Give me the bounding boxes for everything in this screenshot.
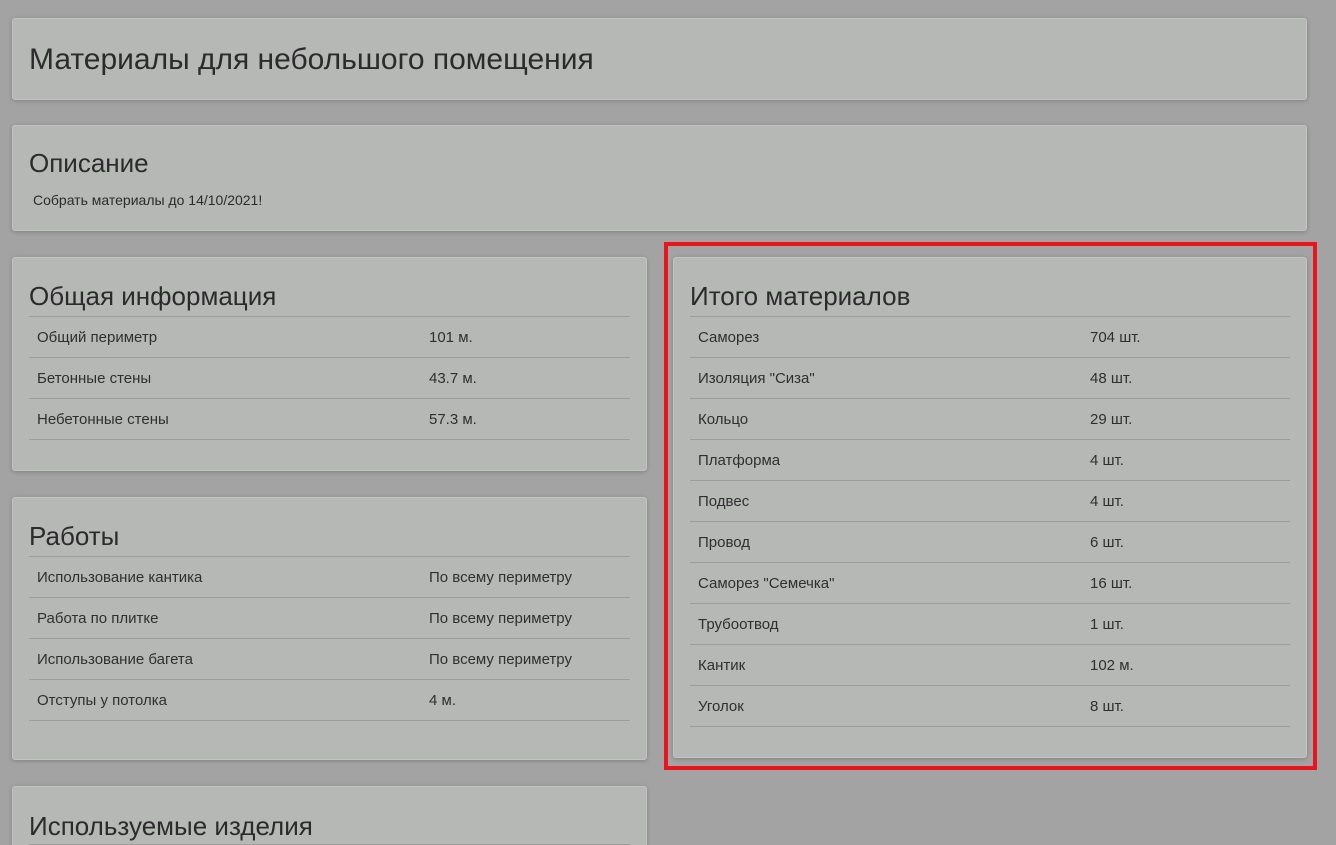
row-key: Небетонные стены bbox=[37, 410, 169, 428]
row-value: 101 м. bbox=[429, 328, 473, 346]
row-key: Отступы у потолка bbox=[37, 691, 167, 709]
table-row: Трубоотвод 1 шт. bbox=[690, 604, 1290, 645]
row-key: Использование багета bbox=[37, 650, 193, 668]
works-heading: Работы bbox=[29, 521, 120, 551]
page-title: Материалы для небольшого помещения bbox=[29, 43, 594, 76]
row-key: Общий периметр bbox=[37, 328, 158, 346]
table-row: Подвес 4 шт. bbox=[690, 481, 1290, 522]
row-key: Кантик bbox=[698, 656, 746, 674]
row-key: Саморез "Семечка" bbox=[698, 574, 835, 592]
general-info-table: Общий периметр 101 м. Бетонные стены 43.… bbox=[29, 316, 630, 440]
row-key: Уголок bbox=[698, 697, 744, 715]
row-value: По всему периметру bbox=[429, 650, 572, 668]
row-value: 102 м. bbox=[1090, 656, 1134, 674]
table-row: Небетонные стены 57.3 м. bbox=[29, 399, 630, 440]
table-row: Изоляция "Сиза" 48 шт. bbox=[690, 358, 1290, 399]
row-key: Саморез bbox=[698, 328, 760, 346]
table-row: Работа по плитке По всему периметру bbox=[29, 598, 630, 639]
table-row: Провод 6 шт. bbox=[690, 522, 1290, 563]
materials-total-heading: Итого материалов bbox=[690, 281, 911, 311]
row-value: 1 шт. bbox=[1090, 615, 1124, 633]
table-row: Саморез 704 шт. bbox=[690, 317, 1290, 358]
general-info-heading: Общая информация bbox=[29, 281, 277, 311]
row-value: 43.7 м. bbox=[429, 369, 477, 387]
row-value: 29 шт. bbox=[1090, 410, 1133, 428]
table-row: Кольцо 29 шт. bbox=[690, 399, 1290, 440]
row-key: Бетонные стены bbox=[37, 369, 152, 387]
row-value: 4 м. bbox=[429, 691, 456, 709]
page-title-card: Материалы для небольшого помещения bbox=[12, 18, 1307, 100]
row-value: 57.3 м. bbox=[429, 410, 477, 428]
table-row: Бетонные стены 43.7 м. bbox=[29, 358, 630, 399]
table-row: Использование багета По всему периметру bbox=[29, 639, 630, 680]
row-value: 8 шт. bbox=[1090, 697, 1124, 715]
row-key: Подвес bbox=[698, 492, 750, 510]
row-key: Работа по плитке bbox=[37, 609, 159, 627]
row-value: 4 шт. bbox=[1090, 492, 1124, 510]
row-value: 16 шт. bbox=[1090, 574, 1133, 592]
table-row: Кантик 102 м. bbox=[690, 645, 1290, 686]
row-value: 4 шт. bbox=[1090, 451, 1124, 469]
description-card: Описание Собрать материалы до 14/10/2021… bbox=[12, 125, 1307, 231]
products-card: Используемые изделия bbox=[12, 786, 647, 845]
row-value: 704 шт. bbox=[1090, 328, 1141, 346]
table-row: Использование кантика По всему периметру bbox=[29, 557, 630, 598]
row-key: Изоляция "Сиза" bbox=[698, 369, 815, 387]
table-row: Саморез "Семечка" 16 шт. bbox=[690, 563, 1290, 604]
row-key: Использование кантика bbox=[37, 568, 203, 586]
row-key: Провод bbox=[698, 533, 751, 551]
row-value: По всему периметру bbox=[429, 568, 572, 586]
works-card: Работы Использование кантика По всему пе… bbox=[12, 497, 647, 760]
table-row: Общий периметр 101 м. bbox=[29, 317, 630, 358]
table-row: Уголок 8 шт. bbox=[690, 686, 1290, 727]
row-key: Кольцо bbox=[698, 410, 749, 428]
general-info-card: Общая информация Общий периметр 101 м. Б… bbox=[12, 257, 647, 471]
table-row: Платформа 4 шт. bbox=[690, 440, 1290, 481]
materials-total-card: Итого материалов Саморез 704 шт. Изоляци… bbox=[673, 257, 1307, 758]
row-key: Трубоотвод bbox=[698, 615, 779, 633]
row-value: По всему периметру bbox=[429, 609, 572, 627]
row-value: 48 шт. bbox=[1090, 369, 1133, 387]
products-heading: Используемые изделия bbox=[29, 811, 313, 841]
works-table: Использование кантика По всему периметру… bbox=[29, 556, 630, 721]
row-value: 6 шт. bbox=[1090, 533, 1124, 551]
description-text: Собрать материалы до 14/10/2021! bbox=[33, 192, 263, 208]
row-key: Платформа bbox=[698, 451, 781, 469]
table-row: Отступы у потолка 4 м. bbox=[29, 680, 630, 721]
description-heading: Описание bbox=[29, 148, 149, 178]
materials-total-table: Саморез 704 шт. Изоляция "Сиза" 48 шт. К… bbox=[690, 316, 1290, 727]
